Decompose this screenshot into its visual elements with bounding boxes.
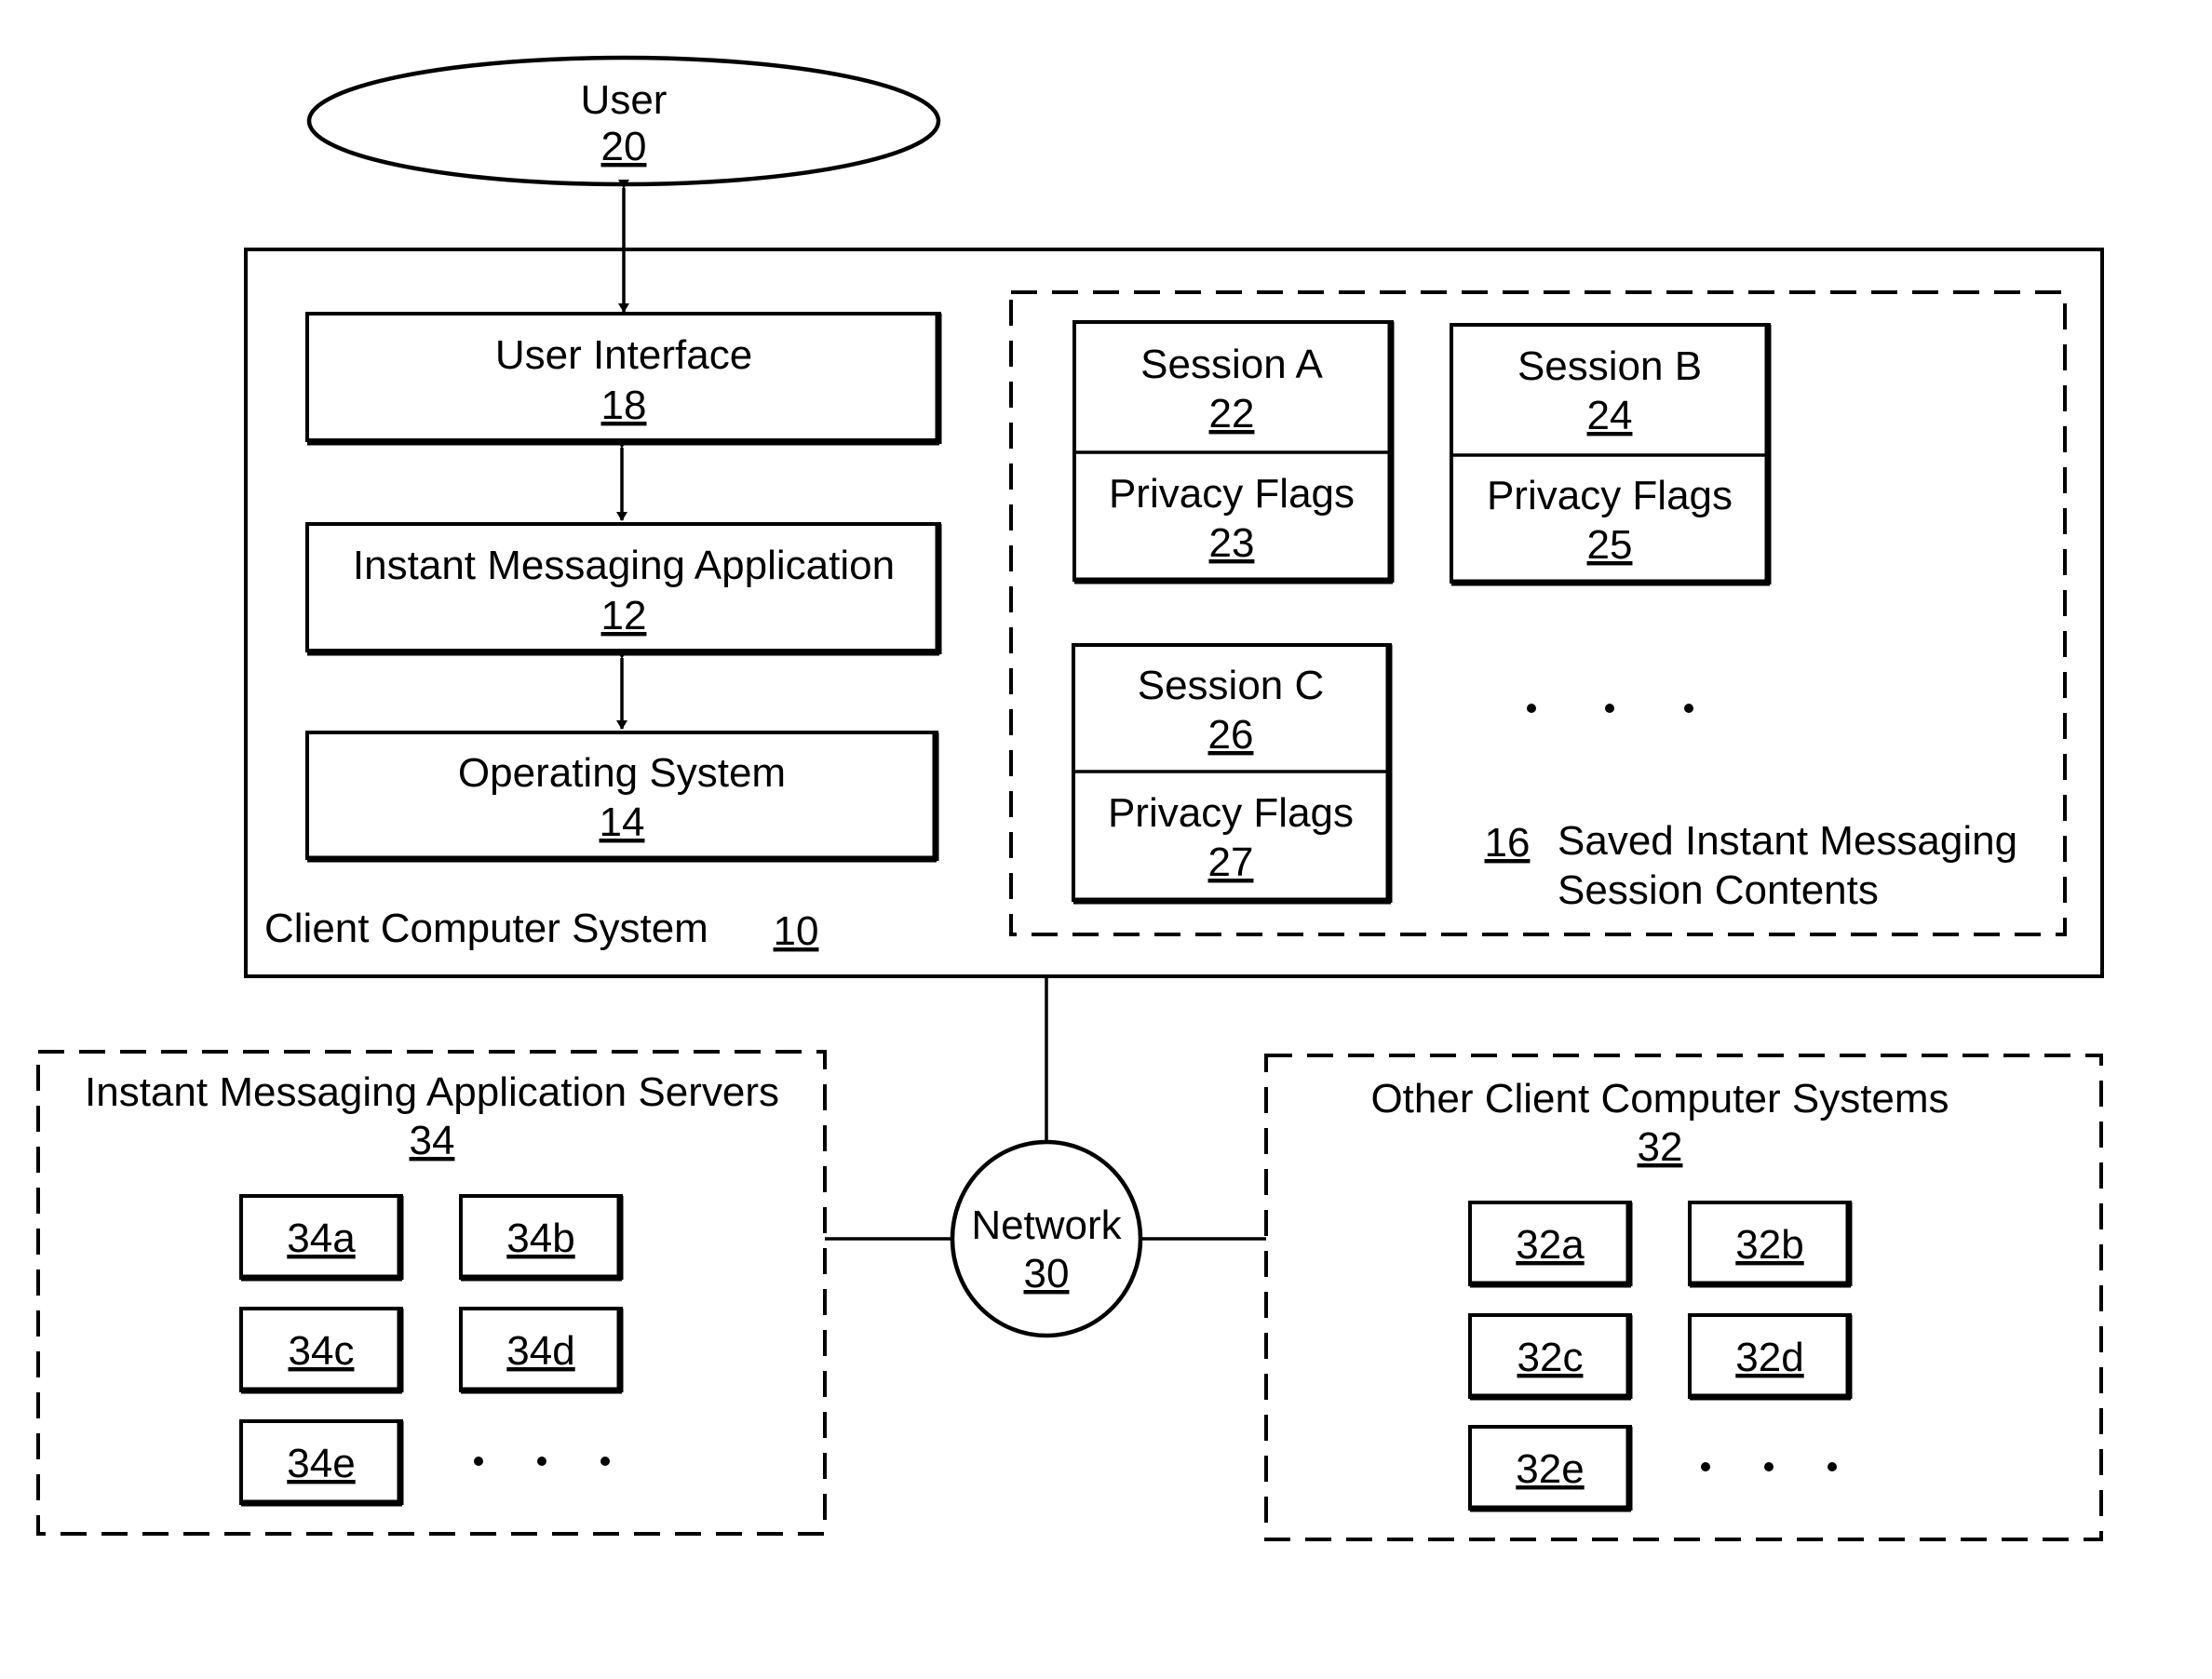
server-34c: 34c [239, 1307, 404, 1394]
session-b-flags-label: Privacy Flags [1487, 473, 1733, 518]
session-a-ref: 22 [1209, 391, 1255, 437]
session-c-label: Session C [1138, 663, 1325, 708]
user-interface-box: User Interface 18 [305, 312, 942, 446]
sessions-ellipsis [1527, 704, 1693, 713]
session-c-ref: 26 [1208, 712, 1254, 758]
other-clients-ellipsis [1701, 1462, 1837, 1471]
server-34d: 34d [459, 1307, 624, 1394]
server-label: 34a [287, 1216, 356, 1261]
session-b-label: Session B [1517, 343, 1702, 389]
session-b: Session B 24 Privacy Flags 25 [1450, 323, 1772, 586]
other-client-label: 32c [1517, 1335, 1584, 1380]
other-client-label: 32a [1516, 1222, 1585, 1268]
server-label: 34e [287, 1441, 355, 1486]
server-34a: 34a [239, 1194, 404, 1282]
servers-ellipsis [474, 1457, 610, 1466]
other-clients-ref: 32 [1638, 1124, 1683, 1170]
other-client-32e: 32e [1468, 1425, 1633, 1512]
saved-contents-ref: 16 [1485, 820, 1531, 866]
other-clients-group: Other Client Computer Systems 32 32a 32b 3… [1264, 1054, 2103, 1541]
server-34b: 34b [459, 1194, 624, 1282]
session-c: Session C 26 Privacy Flags 27 [1072, 643, 1393, 905]
session-b-flags-ref: 25 [1587, 522, 1633, 568]
im-app-label: Instant Messaging Application [353, 543, 895, 588]
saved-contents-label-line1: Saved Instant Messaging [1558, 818, 2017, 864]
session-a: Session A 22 Privacy Flags 23 [1072, 320, 1395, 584]
other-client-label: 32b [1735, 1222, 1803, 1268]
client-ref: 10 [774, 908, 819, 954]
im-application-box: Instant Messaging Application 12 [305, 522, 942, 656]
user-label: User [581, 77, 668, 123]
im-servers-group: Instant Messaging Application Servers 34… [36, 1050, 827, 1536]
session-b-ref: 24 [1587, 393, 1633, 438]
operating-system-box: Operating System 14 [305, 731, 939, 863]
client-label: Client Computer System [264, 906, 708, 951]
network-node: Network 30 [950, 1139, 1143, 1338]
os-label: Operating System [458, 750, 786, 796]
other-client-label: 32e [1516, 1446, 1584, 1492]
other-client-32a: 32a [1468, 1201, 1633, 1288]
servers-ref: 34 [410, 1118, 455, 1163]
user-node: User 20 [306, 55, 941, 187]
system-diagram: User 20 Client Computer System 10 User I… [36, 55, 2104, 1541]
server-label: 34b [506, 1216, 574, 1261]
other-client-32d: 32d [1688, 1313, 1853, 1401]
session-c-flags-ref: 27 [1208, 840, 1254, 885]
network-ref: 30 [1024, 1251, 1070, 1296]
session-c-flags-label: Privacy Flags [1108, 790, 1354, 836]
other-clients-label: Other Client Computer Systems [1370, 1076, 1949, 1122]
ui-label: User Interface [495, 332, 752, 378]
user-ref: 20 [601, 124, 647, 169]
ui-ref: 18 [601, 383, 647, 428]
session-a-label: Session A [1140, 342, 1323, 387]
im-app-ref: 12 [601, 593, 647, 638]
server-label: 34d [506, 1328, 574, 1374]
session-a-flags-label: Privacy Flags [1109, 471, 1355, 517]
session-a-flags-ref: 23 [1209, 520, 1255, 566]
other-client-label: 32d [1735, 1335, 1803, 1380]
other-client-32c: 32c [1468, 1313, 1633, 1401]
other-client-32b: 32b [1688, 1201, 1853, 1288]
saved-contents-label-line2: Session Contents [1558, 867, 1879, 913]
server-label: 34c [289, 1328, 355, 1374]
servers-label: Instant Messaging Application Servers [85, 1069, 779, 1115]
network-label: Network [971, 1202, 1122, 1248]
os-ref: 14 [600, 799, 645, 845]
server-34e: 34e [239, 1419, 404, 1507]
